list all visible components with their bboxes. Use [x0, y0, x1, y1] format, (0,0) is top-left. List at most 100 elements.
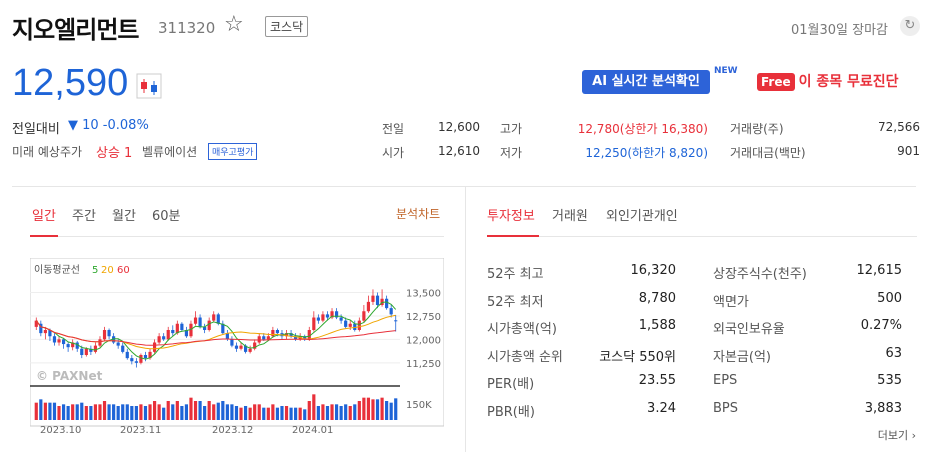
new-badge: NEW	[714, 66, 738, 76]
info-tabs-line	[487, 236, 917, 237]
volume-bar	[357, 401, 361, 420]
info-label: EPS	[713, 373, 738, 388]
x-tick-label: 2023.12	[212, 425, 253, 436]
info-tab-underline	[487, 235, 539, 237]
current-price: 12,590	[12, 62, 129, 104]
volume-bar	[380, 397, 384, 420]
candle-body	[257, 336, 261, 343]
candle-body	[339, 317, 343, 321]
info-value: 23.55	[638, 373, 676, 388]
quote-value-volume: 72,566	[878, 120, 920, 134]
volume-bar	[98, 404, 102, 420]
volume-bar	[312, 394, 316, 420]
info-label: 시가총액 순위	[487, 349, 563, 365]
tab-weekly[interactable]: 주간	[72, 205, 96, 224]
tab-daily[interactable]: 일간	[32, 205, 56, 224]
volume-bar	[89, 406, 93, 420]
info-label: PER(배)	[487, 377, 535, 392]
info-value: 코스닥 550위	[599, 349, 676, 365]
volume-bar	[121, 404, 125, 420]
info-label: PBR(배)	[487, 404, 535, 420]
volume-bar	[34, 402, 38, 420]
volume-bar	[212, 404, 216, 420]
analysis-chart-link[interactable]: 분석차트	[396, 205, 440, 222]
candle-body	[362, 311, 366, 321]
tab-60min[interactable]: 60분	[152, 205, 181, 224]
quote-label-prev: 전일	[382, 122, 405, 136]
candle-body	[348, 323, 352, 327]
candle-body	[325, 314, 330, 318]
volume-bar	[225, 404, 229, 420]
volume-bar	[52, 402, 57, 420]
stock-code: 311320	[158, 19, 216, 37]
ai-analysis-button[interactable]: AI 실시간 분석확인	[582, 70, 710, 94]
candle-body	[371, 295, 375, 302]
candle-body	[107, 330, 111, 337]
stock-name: 지오엘리먼트	[12, 16, 139, 44]
volume-bar	[162, 407, 166, 420]
candle-chart-icon[interactable]	[136, 73, 162, 99]
ma-legend-label: 이동평균선	[34, 264, 80, 276]
quote-value-prev: 12,600	[438, 120, 480, 134]
volume-bar	[294, 407, 298, 420]
info-label: 상장주식수(천주)	[713, 267, 807, 282]
volume-bar	[253, 404, 257, 420]
more-link[interactable]: 더보기 ›	[878, 427, 916, 443]
volume-bar	[48, 402, 52, 420]
info-label: 자본금(억)	[713, 349, 771, 365]
volume-bar	[371, 399, 375, 420]
info-label: 외국인보유율	[713, 322, 785, 337]
volume-bar	[143, 406, 148, 420]
quote-label-low: 저가	[500, 146, 523, 160]
volume-bar	[125, 404, 129, 420]
candle-body	[152, 342, 157, 352]
candle-body	[84, 348, 88, 355]
volume-bar	[43, 402, 47, 420]
volume-bar	[289, 407, 293, 420]
stock-chart[interactable]: 이동평균선 5 20 60 © PAXNet 13,500 12,750 12,00…	[30, 258, 444, 438]
valuation-badge[interactable]: 매우고평가	[208, 143, 258, 160]
volume-bar	[362, 397, 366, 420]
candle-body	[239, 345, 243, 349]
free-diagnosis-button[interactable]: Free 이 종목 무료진단	[757, 70, 915, 94]
volume-bar	[152, 401, 157, 420]
candle-body	[316, 317, 320, 321]
quote-value-low: 12,250(하한가 8,820)	[585, 146, 708, 160]
volume-bar	[184, 404, 189, 420]
candle-body	[248, 348, 252, 352]
candle-body	[344, 320, 348, 327]
tab-monthly[interactable]: 월간	[112, 205, 136, 224]
info-value: 0.27%	[860, 318, 902, 333]
candle-body	[57, 339, 61, 343]
volume-bar	[84, 406, 88, 420]
candle-body	[43, 330, 47, 334]
quote-label-open: 시가	[382, 146, 405, 160]
volume-bar	[303, 409, 307, 420]
tab-investment-info[interactable]: 투자정보	[487, 205, 535, 224]
tab-investor-types[interactable]: 외인기관개인	[606, 205, 678, 224]
volume-bar	[316, 406, 320, 420]
refresh-icon[interactable]: ↻	[900, 16, 920, 36]
volume-bar	[180, 406, 184, 420]
info-label: 액면가	[713, 294, 749, 310]
volume-bar	[307, 401, 311, 420]
candle-body	[389, 308, 393, 315]
info-value: 63	[885, 345, 902, 361]
info-value: 3,883	[864, 400, 902, 416]
candle-body	[271, 330, 275, 337]
volume-bar	[239, 407, 243, 420]
volume-bar	[102, 401, 107, 420]
ma-legend-60: 60	[117, 265, 130, 276]
candle-body	[357, 320, 361, 330]
y-tick-label: 12,750	[406, 312, 441, 323]
volume-bar	[385, 401, 389, 420]
candle-body	[98, 339, 102, 346]
tab-brokers[interactable]: 거래원	[552, 205, 588, 224]
volume-bar	[71, 404, 75, 420]
x-tick-label: 2023.11	[120, 425, 161, 436]
volume-bar	[284, 406, 289, 420]
favorite-star-icon[interactable]: ☆	[224, 12, 244, 37]
info-value: 12,615	[856, 263, 903, 278]
volume-bar	[348, 406, 352, 420]
volume-bar	[221, 401, 225, 420]
